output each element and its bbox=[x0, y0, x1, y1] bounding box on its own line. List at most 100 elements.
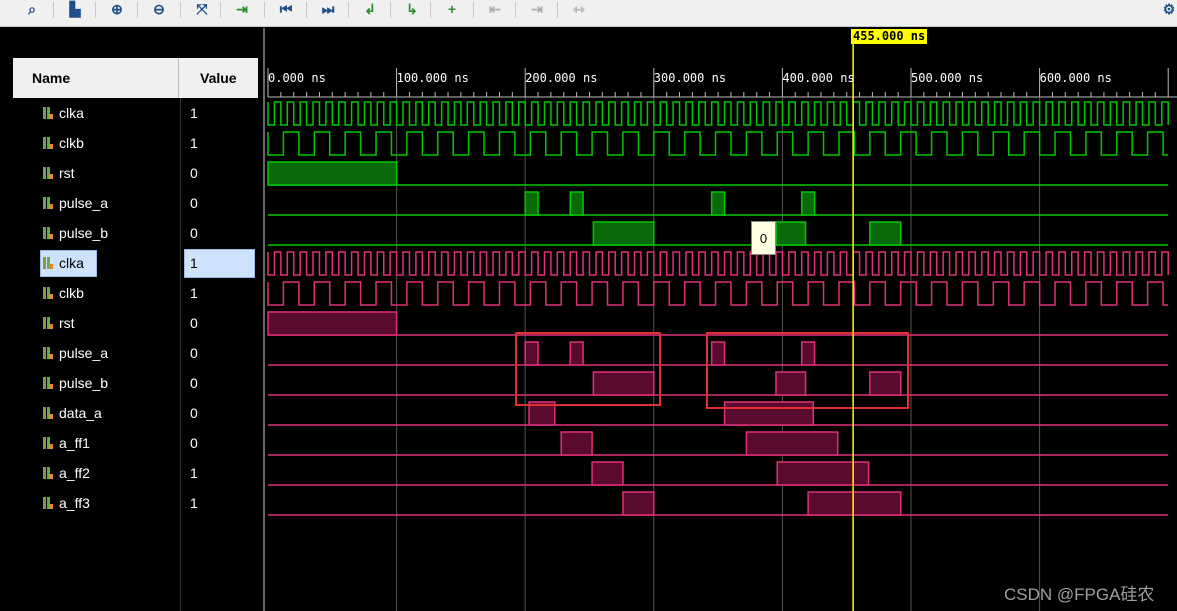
signal-name: clka bbox=[59, 255, 84, 271]
a-ff2-pink-wave-pulse bbox=[776, 461, 870, 486]
pulse-a-green-wave-pulse bbox=[710, 191, 726, 216]
clka-pink-wave bbox=[267, 251, 1169, 276]
signal-row-pulse_a[interactable]: pulse_a 0 bbox=[13, 188, 258, 218]
name-column-header[interactable]: Name bbox=[32, 70, 70, 86]
a-ff3-pink-wave-pulse bbox=[807, 491, 902, 516]
pulse-a-pink-wave-pulse bbox=[800, 341, 816, 366]
save-icon[interactable]: ▙ bbox=[63, 0, 87, 18]
signal-value: 0 bbox=[190, 225, 198, 241]
signal-name: a_ff3 bbox=[59, 495, 90, 511]
signal-value: 0 bbox=[190, 315, 198, 331]
pulse-b-pink-wave-pulse bbox=[869, 371, 902, 396]
watermark: CSDN @FPGA硅农 bbox=[1004, 585, 1155, 604]
pulse-b-pink-wave-pulse bbox=[592, 371, 655, 396]
signal-row-data_a[interactable]: data_a 0 bbox=[13, 398, 258, 428]
timeline-tick-label: 0.000 ns bbox=[268, 71, 326, 85]
signal-row-clka[interactable]: clka 1 bbox=[13, 98, 258, 128]
signal-value: 0 bbox=[190, 375, 198, 391]
zoom-out-icon[interactable]: ⊖ bbox=[147, 0, 171, 18]
signal-name: clkb bbox=[59, 135, 84, 151]
a-ff3-pink-wave-pulse bbox=[622, 491, 655, 516]
signal-row-a_ff3[interactable]: a_ff3 1 bbox=[13, 488, 258, 518]
signal-name: clkb bbox=[59, 285, 84, 301]
clkb-green-wave bbox=[267, 131, 1169, 156]
toolbar-separator bbox=[515, 2, 516, 18]
signal-value: 0 bbox=[190, 435, 198, 451]
signal-row-clka[interactable]: clka 1 bbox=[13, 248, 258, 278]
column-divider[interactable] bbox=[178, 58, 179, 98]
settings-gear-icon[interactable]: ⚙ bbox=[1157, 0, 1177, 18]
toolbar-separator bbox=[348, 2, 349, 18]
waveform-toolbar: ⌕ ▙ ⊕ ⊖ ⤧ ⇥ ⏮ ⏭ ↲ ↳ + ⇤ ⇥ ⇿ ⚙ bbox=[0, 0, 1177, 27]
signal-row-pulse_b[interactable]: pulse_b 0 bbox=[13, 218, 258, 248]
zoom-fit-icon[interactable]: ⤧ bbox=[190, 0, 214, 18]
signal-type-icon bbox=[43, 407, 53, 419]
toolbar-separator bbox=[306, 2, 307, 18]
a-ff1-pink-wave-pulse bbox=[560, 431, 593, 456]
signal-name: clka bbox=[59, 105, 84, 121]
waveform-canvas[interactable] bbox=[262, 28, 1177, 611]
previous-transition-icon[interactable]: ↲ bbox=[358, 0, 382, 18]
signal-value: 0 bbox=[190, 345, 198, 361]
zoom-in-icon[interactable]: ⊕ bbox=[105, 0, 129, 18]
next-transition-icon[interactable]: ↳ bbox=[400, 0, 424, 18]
value-column-header[interactable]: Value bbox=[200, 70, 237, 86]
signal-value: 1 bbox=[190, 255, 198, 271]
previous-marker-icon[interactable]: ⇤ bbox=[483, 0, 507, 18]
signal-row-clkb[interactable]: clkb 1 bbox=[13, 128, 258, 158]
signal-name: a_ff2 bbox=[59, 465, 90, 481]
toolbar-separator bbox=[264, 2, 265, 18]
toolbar-separator bbox=[180, 2, 181, 18]
signal-name: pulse_a bbox=[59, 195, 109, 211]
signal-row-rst[interactable]: rst 0 bbox=[13, 308, 258, 338]
signal-type-icon bbox=[43, 107, 53, 119]
pulse-b-green-wave-pulse bbox=[775, 221, 807, 246]
signal-row-rst[interactable]: rst 0 bbox=[13, 158, 258, 188]
pulse-b-green-wave-pulse bbox=[869, 221, 902, 246]
toolbar-separator bbox=[430, 2, 431, 18]
timeline-tick-label: 100.000 ns bbox=[396, 71, 469, 85]
cursor-time-label: 455.000 ns bbox=[851, 29, 928, 44]
timeline-tick-label: 600.000 ns bbox=[1039, 71, 1112, 85]
go-to-end-icon[interactable]: ⏭ bbox=[316, 0, 340, 18]
pulse-b-green-wave-pulse bbox=[592, 221, 655, 246]
toolbar-separator bbox=[473, 2, 474, 18]
pulse-a-pink-wave-pulse bbox=[569, 341, 584, 366]
signal-row-a_ff2[interactable]: a_ff2 1 bbox=[13, 458, 258, 488]
signal-list-header: Name Value bbox=[13, 58, 258, 98]
signal-row-pulse_a[interactable]: pulse_a 0 bbox=[13, 338, 258, 368]
timeline-tick-label: 200.000 ns bbox=[525, 71, 598, 85]
go-to-start-icon[interactable]: ⏮ bbox=[274, 0, 298, 18]
rst-green-wave-pulse bbox=[267, 161, 398, 186]
a-ff1-pink-wave-pulse bbox=[745, 431, 839, 456]
pulse-a-green-wave-pulse bbox=[800, 191, 816, 216]
signal-row-clkb[interactable]: clkb 1 bbox=[13, 278, 258, 308]
timeline-tick-label: 500.000 ns bbox=[911, 71, 984, 85]
signal-type-icon bbox=[43, 197, 53, 209]
a-ff2-pink-wave-pulse bbox=[591, 461, 624, 486]
signal-type-icon bbox=[43, 137, 53, 149]
toolbar-separator bbox=[95, 2, 96, 18]
pulse-a-pink-wave-pulse bbox=[710, 341, 726, 366]
signal-name: rst bbox=[59, 315, 75, 331]
swap-cursors-icon[interactable]: ⇿ bbox=[567, 0, 591, 18]
signal-type-icon bbox=[43, 377, 53, 389]
add-marker-icon[interactable]: + bbox=[440, 0, 464, 18]
signal-type-icon bbox=[43, 347, 53, 359]
search-icon[interactable]: ⌕ bbox=[20, 0, 44, 18]
signal-type-icon bbox=[43, 467, 53, 479]
signal-row-pulse_b[interactable]: pulse_b 0 bbox=[13, 368, 258, 398]
signal-type-icon bbox=[43, 257, 53, 269]
go-to-cursor-icon[interactable]: ⇥ bbox=[230, 0, 254, 18]
toolbar-separator bbox=[137, 2, 138, 18]
next-marker-icon[interactable]: ⇥ bbox=[525, 0, 549, 18]
signal-row-a_ff1[interactable]: a_ff1 0 bbox=[13, 428, 258, 458]
rst-pink-wave-pulse bbox=[267, 311, 398, 336]
signal-type-icon bbox=[43, 437, 53, 449]
toolbar-separator bbox=[390, 2, 391, 18]
timeline-tick-label: 300.000 ns bbox=[653, 71, 727, 85]
signal-name: pulse_a bbox=[59, 345, 109, 361]
data-a-pink-wave-pulse bbox=[723, 401, 815, 426]
toolbar-separator bbox=[220, 2, 221, 18]
signal-value: 0 bbox=[190, 195, 198, 211]
